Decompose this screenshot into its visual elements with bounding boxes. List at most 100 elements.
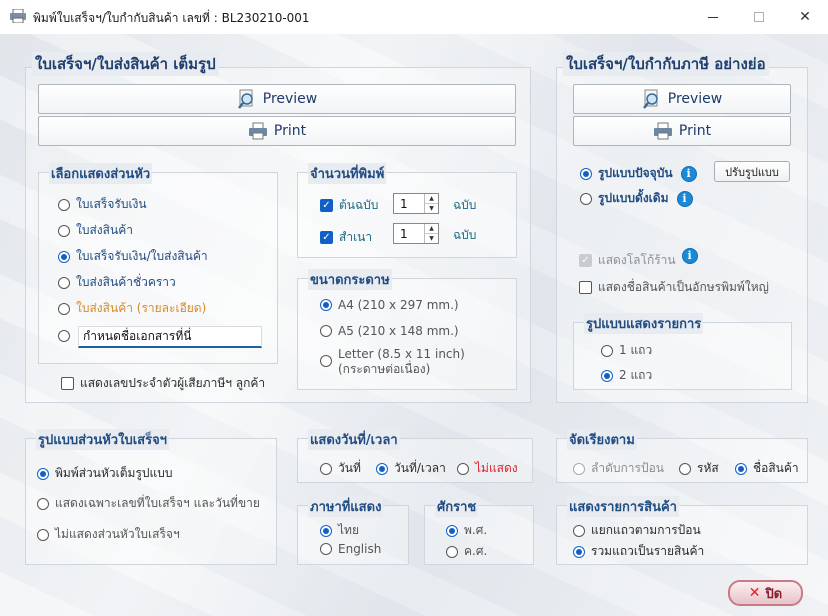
sort-title: จัดเรียงตาม (567, 429, 637, 450)
paper-option-label: A4 (210 x 297 mm.) (338, 298, 459, 312)
radio[interactable] (320, 543, 332, 555)
copies-title: จำนวนที่พิมพ์ (308, 163, 387, 184)
close-window-button[interactable]: ✕ (782, 0, 828, 34)
short-print-label: Print (678, 123, 712, 139)
radio[interactable] (58, 198, 70, 211)
spinner-down-icon[interactable]: ▼ (425, 204, 438, 213)
sort-option-name[interactable]: ชื่อสินค้า (735, 459, 799, 478)
header-style-none[interactable]: ไม่แสดงส่วนหัวใบเสร็จฯ (37, 525, 180, 544)
show-taxid-checkbox[interactable] (61, 377, 74, 390)
header-style-full[interactable]: พิมพ์ส่วนหัวเต็มรูปแบบ (37, 464, 172, 483)
info-icon[interactable]: i (680, 165, 697, 182)
header-option-temp-delivery[interactable]: ใบส่งสินค้าชั่วคราว (58, 273, 176, 292)
spinner-down-icon[interactable]: ▼ (425, 234, 438, 243)
item-display-combined[interactable]: รวมแถวเป็นรายสินค้า (573, 542, 704, 561)
paper-option-a5[interactable]: A5 (210 x 148 mm.) (320, 324, 459, 338)
radio[interactable] (320, 462, 332, 475)
show-logo-row: ✓ แสดงโลโก้ร้าน i (579, 247, 698, 270)
full-preview-button[interactable]: Preview (38, 84, 516, 114)
copy-count-value[interactable]: 1 (394, 227, 424, 241)
header-option-receipt[interactable]: ใบเสร็จรับเงิน (58, 195, 147, 214)
header-option-custom[interactable] (58, 330, 76, 342)
adjust-format-button[interactable]: ปรับรูปแบบ (714, 161, 790, 182)
radio[interactable] (446, 524, 458, 537)
radio[interactable] (320, 355, 332, 367)
era-option-be[interactable]: พ.ศ. (446, 521, 487, 540)
item-display-separate[interactable]: แยกแถวตามการป้อน (573, 521, 701, 540)
full-print-button[interactable]: Print (38, 116, 516, 146)
radio[interactable] (37, 497, 49, 510)
show-taxid-label: แสดงเลขประจำตัวผู้เสียภาษีฯ ลูกค้า (80, 376, 266, 390)
radio[interactable] (58, 276, 70, 289)
large-font-label: แสดงชื่อสินค้าเป็นอักษรพิมพ์ใหญ่ (598, 280, 769, 294)
copy-checkbox-row[interactable]: ✓ สำเนา (320, 228, 372, 247)
datetime-option-date[interactable]: วันที่ (320, 459, 361, 478)
era-option-ce[interactable]: ค.ศ. (446, 542, 487, 561)
current-format-label: รูปแบบปัจจุบัน (598, 166, 673, 180)
copy-count-spinner[interactable]: 1 ▲ ▼ (393, 223, 439, 244)
radio[interactable] (58, 330, 70, 342)
header-option-delivery-detail[interactable]: ใบส่งสินค้า (รายละเอียด) (58, 299, 206, 318)
close-button[interactable]: ✕ ปิด (728, 580, 803, 606)
language-option-thai[interactable]: ไทย (320, 521, 359, 540)
custom-document-name-input[interactable]: กำหนดชื่อเอกสารที่นี่ (78, 326, 262, 348)
info-icon[interactable]: i (681, 247, 698, 264)
list-option-two-rows[interactable]: 2 แถว (601, 366, 652, 385)
short-preview-button[interactable]: Preview (573, 84, 791, 114)
info-icon[interactable]: i (676, 190, 693, 207)
radio[interactable] (580, 167, 592, 180)
minimize-button[interactable] (690, 0, 736, 34)
full-print-label: Print (273, 123, 307, 139)
radio[interactable] (735, 462, 747, 475)
spinner-up-icon[interactable]: ▲ (425, 224, 438, 234)
radio[interactable] (37, 467, 49, 480)
radio[interactable] (320, 524, 332, 537)
radio[interactable] (37, 528, 49, 541)
original-count-spinner[interactable]: 1 ▲ ▼ (393, 193, 439, 214)
datetime-option-none[interactable]: ไม่แสดง (457, 459, 518, 478)
paper-option-letter[interactable]: Letter (8.5 x 11 inch) (กระดาษต่อเนื่อง) (320, 347, 465, 377)
short-print-button[interactable]: Print (573, 116, 791, 146)
large-font-checkbox[interactable] (579, 281, 592, 294)
radio[interactable] (601, 344, 613, 357)
radio[interactable] (580, 192, 592, 205)
original-checkbox[interactable]: ✓ (320, 199, 333, 212)
original-label: ต้นฉบับ (339, 198, 379, 212)
maximize-button[interactable] (736, 0, 782, 34)
header-option-delivery[interactable]: ใบส่งสินค้า (58, 221, 133, 240)
legacy-format-label: รูปแบบดั้งเดิม (598, 191, 669, 205)
sort-option-label: ชื่อสินค้า (753, 461, 799, 475)
radio[interactable] (446, 545, 458, 558)
radio[interactable] (58, 302, 70, 315)
show-taxid-row[interactable]: แสดงเลขประจำตัวผู้เสียภาษีฯ ลูกค้า (61, 374, 265, 393)
radio[interactable] (320, 325, 332, 337)
list-option-one-row[interactable]: 1 แถว (601, 341, 652, 360)
original-checkbox-row[interactable]: ✓ ต้นฉบับ (320, 196, 378, 215)
large-font-row[interactable]: แสดงชื่อสินค้าเป็นอักษรพิมพ์ใหญ่ (579, 278, 769, 297)
current-format-row[interactable]: รูปแบบปัจจุบัน i (580, 164, 697, 183)
radio[interactable] (457, 462, 469, 475)
radio[interactable] (320, 299, 332, 311)
radio[interactable] (573, 524, 585, 537)
copy-checkbox[interactable]: ✓ (320, 231, 333, 244)
radio[interactable] (58, 250, 70, 263)
radio[interactable] (601, 369, 613, 382)
spinner-up-icon[interactable]: ▲ (425, 194, 438, 204)
language-option-english[interactable]: English (320, 542, 381, 556)
datetime-option-datetime[interactable]: วันที่/เวลา (376, 459, 446, 478)
original-count-value[interactable]: 1 (394, 197, 424, 211)
list-option-label: 2 แถว (619, 368, 653, 382)
header-option-receipt-delivery[interactable]: ใบเสร็จรับเงิน/ใบส่งสินค้า (58, 247, 208, 266)
legacy-format-row[interactable]: รูปแบบดั้งเดิม i (580, 189, 693, 208)
full-receipt-title: ใบเสร็จฯ/ใบส่งสินค้า เต็มรูป (32, 52, 219, 76)
radio[interactable] (573, 545, 585, 558)
header-style-number-date[interactable]: แสดงเฉพาะเลขที่ใบเสร็จฯ และวันที่ขาย (37, 494, 260, 513)
radio[interactable] (679, 462, 691, 475)
radio (573, 462, 585, 475)
radio[interactable] (376, 462, 388, 475)
close-icon: ✕ (799, 9, 811, 25)
language-option-label: ไทย (338, 523, 359, 537)
radio[interactable] (58, 224, 70, 237)
paper-option-a4[interactable]: A4 (210 x 297 mm.) (320, 298, 459, 312)
sort-option-code[interactable]: รหัส (679, 459, 719, 478)
